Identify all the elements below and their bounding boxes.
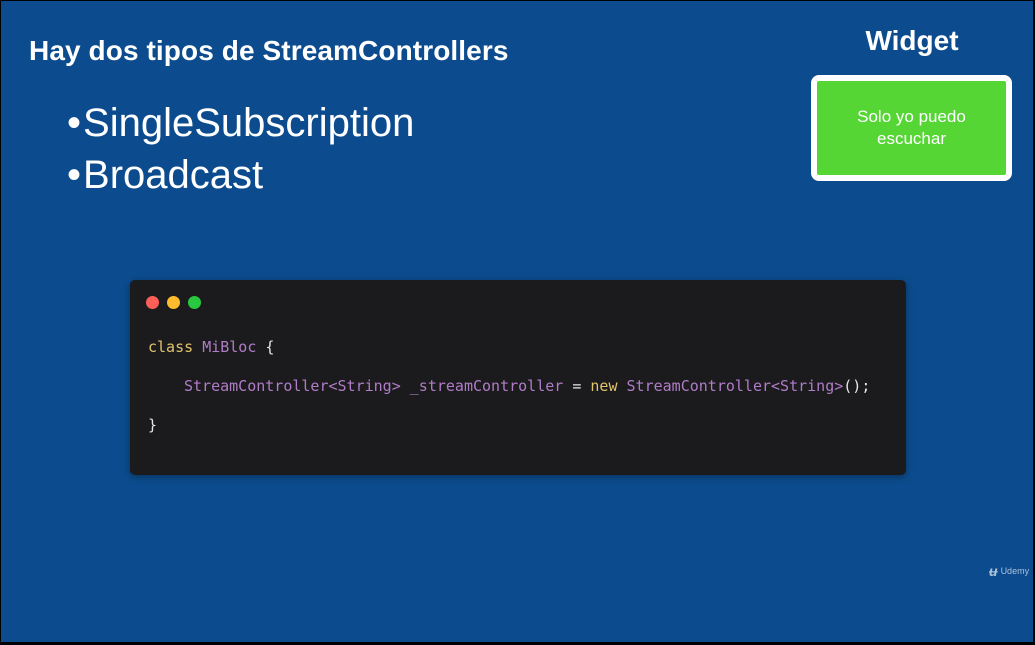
maximize-dot-icon — [188, 296, 201, 309]
code-brace: { — [265, 338, 275, 356]
bullet-dot: • — [67, 101, 82, 145]
udemy-watermark: ʉ Udemy — [989, 563, 1029, 579]
widget-box: Solo yo puedo escuchar — [811, 75, 1012, 181]
code-variable: _streamController — [409, 377, 564, 395]
code-block: class MiBloc { StreamController<String> … — [148, 338, 870, 455]
code-line-class: class MiBloc { — [148, 338, 870, 377]
widget-box-text: Solo yo puedo escuchar — [857, 107, 966, 148]
code-line-close: } — [148, 416, 870, 455]
code-type: StreamController<String> — [626, 377, 844, 395]
close-dot-icon — [146, 296, 159, 309]
code-operator: = — [572, 377, 582, 395]
bullet-dot: • — [67, 153, 82, 197]
code-punctuation: (); — [843, 377, 871, 395]
bullet-list: •SingleSubscription •Broadcast — [67, 97, 414, 201]
udemy-watermark-text: Udemy — [1000, 566, 1030, 576]
bullet-text: SingleSubscription — [83, 101, 415, 145]
minimize-dot-icon — [167, 296, 180, 309]
code-type: StreamController<String> — [184, 377, 401, 395]
bullet-item: •SingleSubscription — [67, 97, 414, 149]
bullet-item: •Broadcast — [67, 149, 414, 201]
code-keyword: new — [590, 377, 618, 395]
slide-title: Hay dos tipos de StreamControllers — [29, 35, 509, 66]
code-window: class MiBloc { StreamController<String> … — [130, 280, 906, 475]
widget-label: Widget — [865, 25, 959, 56]
window-controls — [146, 296, 201, 309]
slide: Hay dos tipos de StreamControllers •Sing… — [1, 1, 1033, 642]
bullet-text: Broadcast — [83, 153, 264, 197]
code-brace: } — [148, 416, 158, 434]
code-line-field: StreamController<String> _streamControll… — [148, 377, 870, 416]
code-class-name: MiBloc — [202, 338, 257, 356]
udemy-logo-icon: ʉ — [989, 563, 998, 579]
code-keyword: class — [148, 338, 194, 356]
